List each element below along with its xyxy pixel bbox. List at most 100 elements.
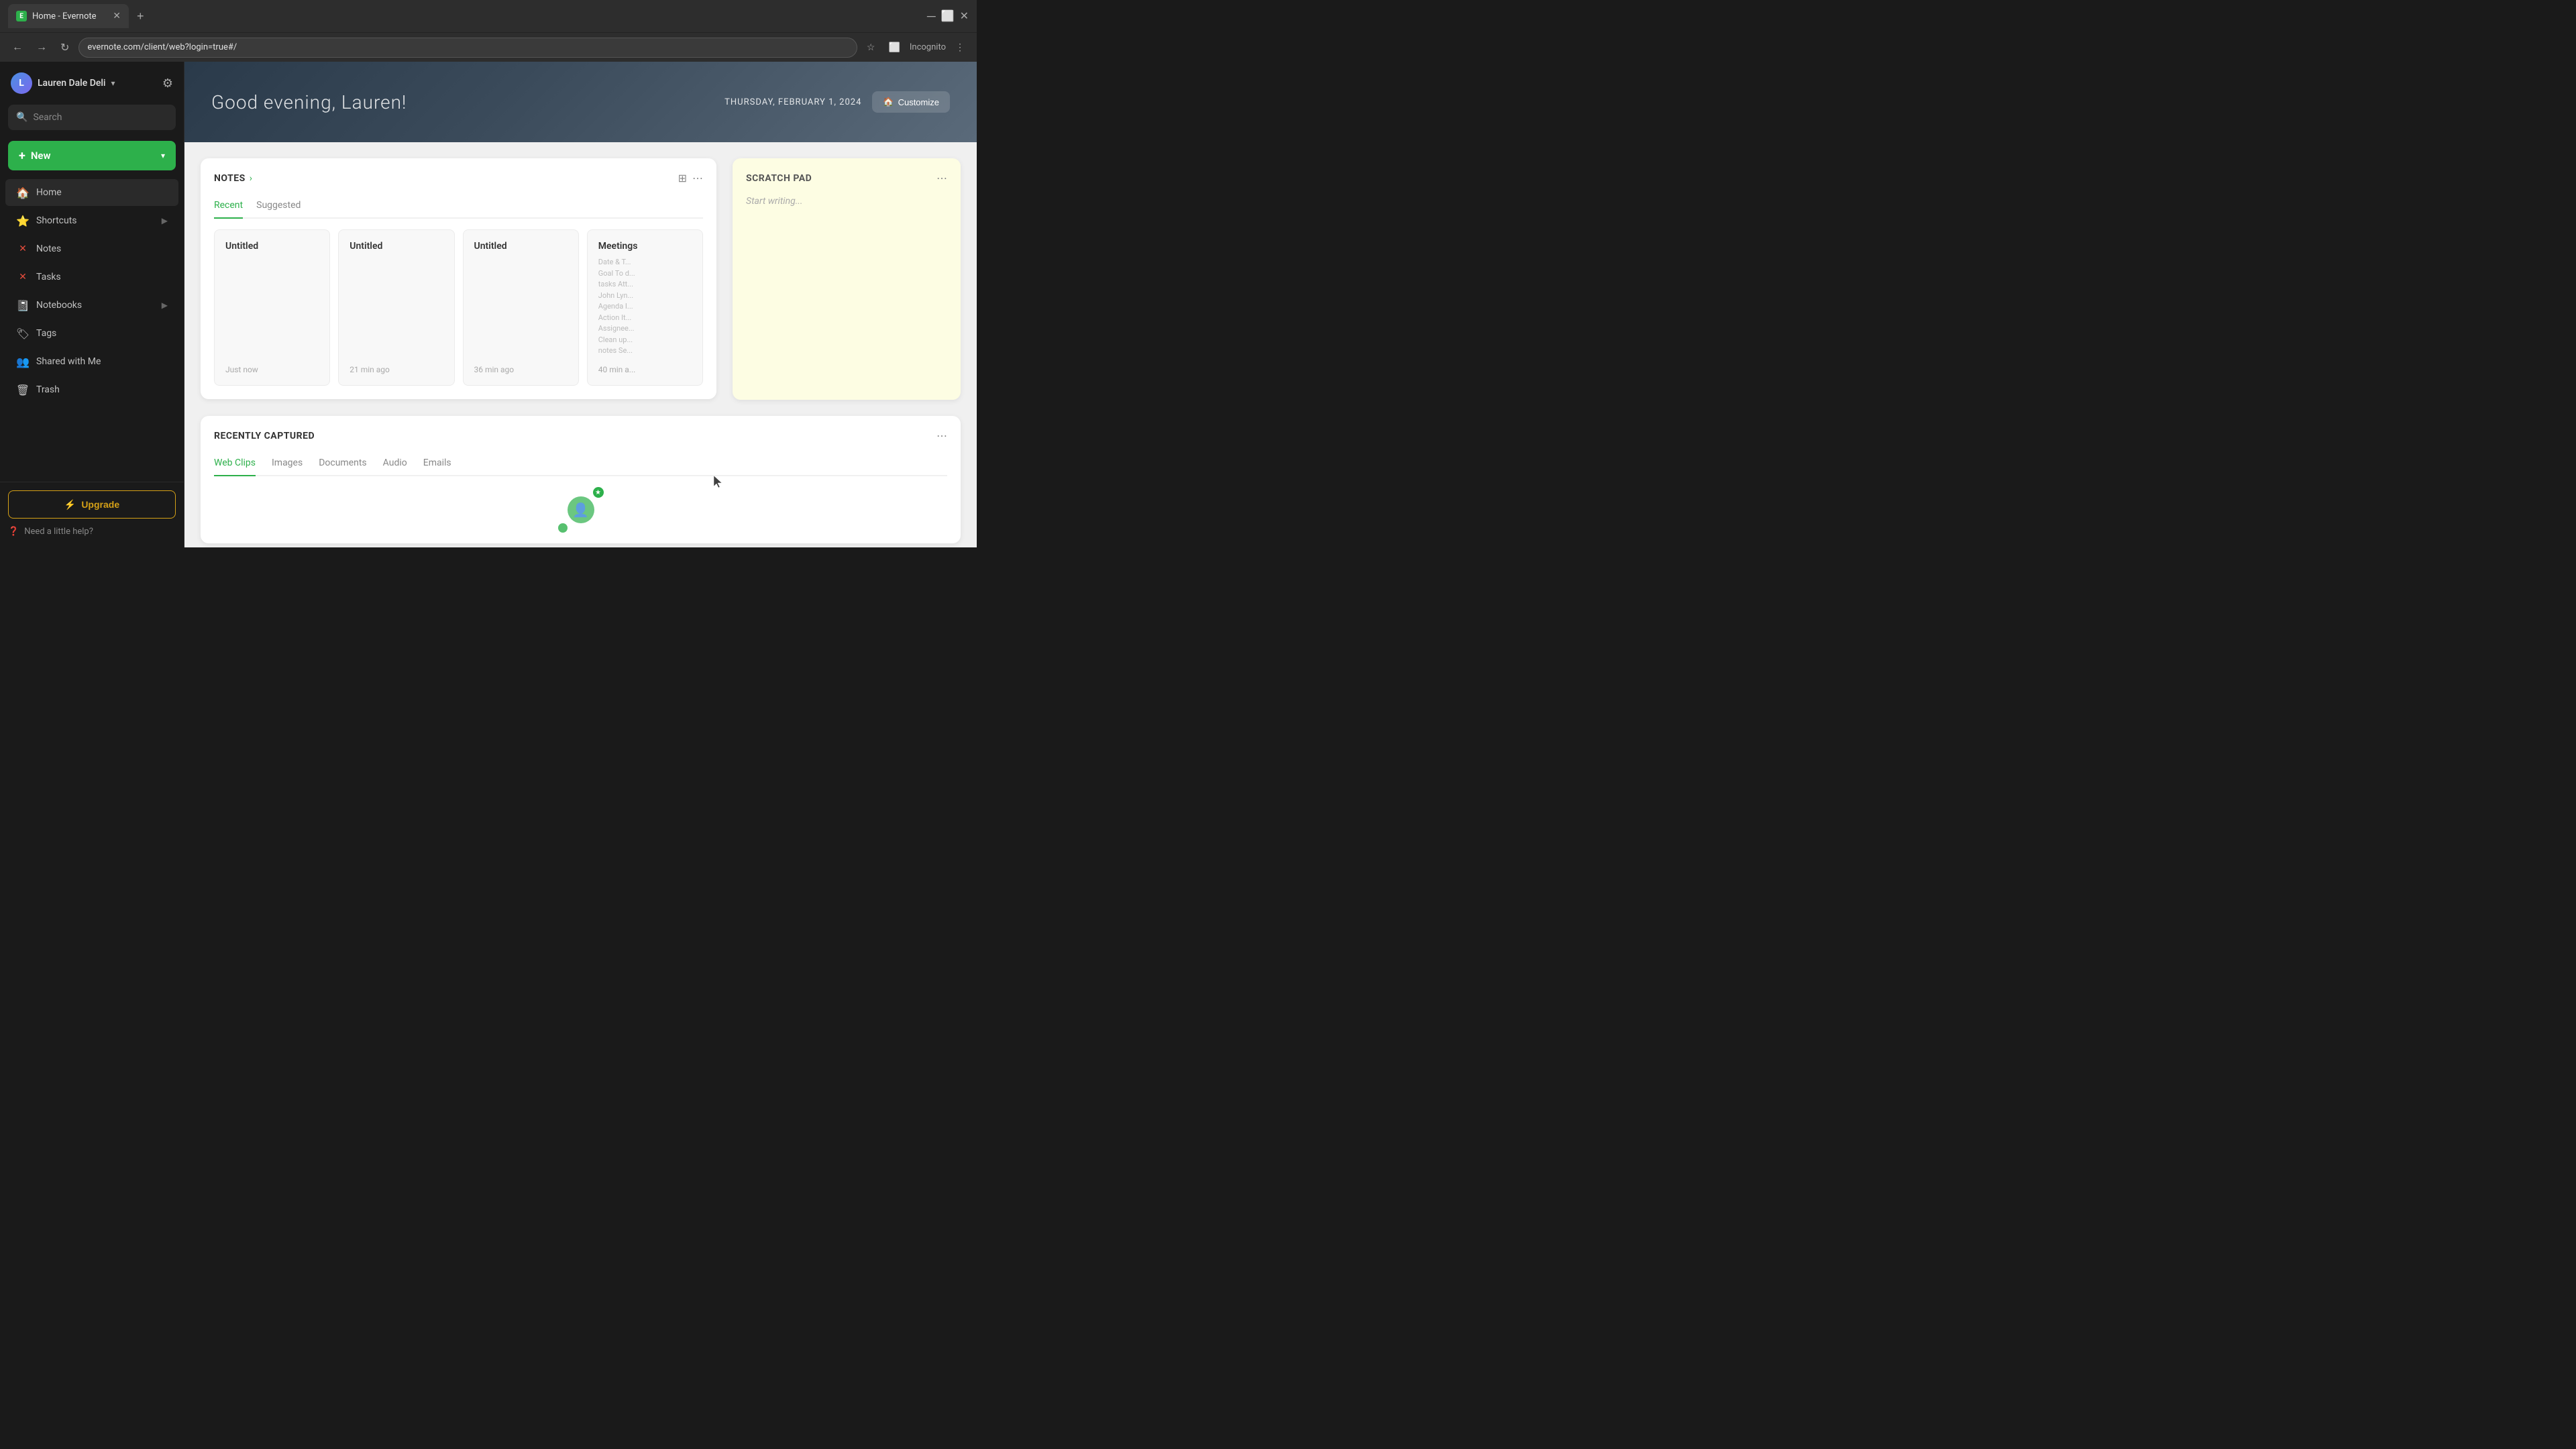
browser-tabs: E Home - Evernote ✕ + <box>8 4 922 28</box>
dot-icon <box>558 523 568 533</box>
scratch-pad: SCRATCH PAD ⋯ Start writing... <box>733 158 961 400</box>
sidebar-item-notes[interactable]: ✕ Notes <box>5 235 178 262</box>
sidebar: L Lauren Dale Deli ▾ ⚙ 🔍 Search + New ▾ … <box>0 62 184 547</box>
hero-right: THURSDAY, FEBRUARY 1, 2024 🏠 Customize <box>724 91 950 113</box>
user-name: Lauren Dale Deli <box>38 78 106 89</box>
sidebar-item-label: Tasks <box>36 272 61 282</box>
note-card-1[interactable]: Untitled Just now <box>214 229 330 386</box>
new-label: New <box>31 150 156 162</box>
tab-recent[interactable]: Recent <box>214 196 243 219</box>
search-icon: 🔍 <box>16 112 28 123</box>
new-plus-icon: + <box>19 149 25 163</box>
notes-arrow-icon[interactable]: › <box>250 173 252 184</box>
note-content: Date & T...Goal To d...tasks Att...John … <box>598 257 692 357</box>
window-controls: ─ ⬜ ✕ <box>927 9 969 23</box>
notes-widget: NOTES › ⊞ ⋯ Recent Suggested <box>201 158 716 399</box>
tab-webclips[interactable]: Web Clips <box>214 453 256 476</box>
forward-button[interactable]: → <box>32 39 51 56</box>
new-tab-button[interactable]: + <box>131 7 150 26</box>
extensions-button[interactable]: ⬜ <box>884 39 904 56</box>
tab-documents[interactable]: Documents <box>319 453 366 476</box>
tab-close-button[interactable]: ✕ <box>113 11 121 21</box>
scratch-pad-header: SCRATCH PAD ⋯ <box>746 172 947 185</box>
customize-button[interactable]: 🏠 Customize <box>872 91 950 113</box>
cards-row: NOTES › ⊞ ⋯ Recent Suggested <box>201 158 961 400</box>
sidebar-item-notebooks[interactable]: 📓 Notebooks ▶ <box>5 292 178 319</box>
recently-captured-more-button[interactable]: ⋯ <box>936 429 947 443</box>
tab-images[interactable]: Images <box>272 453 303 476</box>
scratch-pad-title: SCRATCH PAD <box>746 173 812 184</box>
minimize-button[interactable]: ─ <box>927 9 936 23</box>
new-button[interactable]: + New ▾ <box>8 141 176 170</box>
maximize-button[interactable]: ⬜ <box>941 9 955 23</box>
close-button[interactable]: ✕ <box>960 9 969 23</box>
date-text: THURSDAY, FEBRUARY 1, 2024 <box>724 97 861 107</box>
hero-left: Good evening, Lauren! <box>211 91 407 113</box>
upgrade-button[interactable]: ⚡ Upgrade <box>8 490 176 519</box>
help-icon: ❓ <box>8 527 19 537</box>
tab-audio[interactable]: Audio <box>383 453 407 476</box>
browser-chrome: E Home - Evernote ✕ + ─ ⬜ ✕ <box>0 0 977 32</box>
shared-icon: 👥 <box>16 355 30 368</box>
notes-widget-header: NOTES › ⊞ ⋯ <box>214 172 703 185</box>
note-time: 36 min ago <box>474 365 568 374</box>
active-tab[interactable]: E Home - Evernote ✕ <box>8 4 129 28</box>
tab-suggested[interactable]: Suggested <box>256 196 301 219</box>
main-layout: L Lauren Dale Deli ▾ ⚙ 🔍 Search + New ▾ … <box>0 62 977 547</box>
sidebar-item-tasks[interactable]: ✕ Tasks <box>5 264 178 290</box>
sidebar-item-label: Notes <box>36 244 61 254</box>
sidebar-item-label: Shortcuts <box>36 215 77 226</box>
sidebar-item-label: Tags <box>36 328 56 339</box>
notes-add-button[interactable]: ⊞ <box>678 172 687 185</box>
nav-items: 🏠 Home ⭐ Shortcuts ▶ ✕ Notes ✕ Tasks 📓 N… <box>0 176 184 482</box>
tasks-icon: ✕ <box>16 270 30 284</box>
recently-captured-tabs: Web Clips Images Documents Audio Emails <box>214 453 947 476</box>
back-button[interactable]: ← <box>8 39 27 56</box>
note-card-2[interactable]: Untitled 21 min ago <box>338 229 454 386</box>
notes-title-row: NOTES › <box>214 173 252 184</box>
upgrade-label: Upgrade <box>81 499 119 510</box>
sidebar-item-trash[interactable]: 🗑 Trash <box>5 376 178 403</box>
recently-captured-content: 👤 ★ <box>214 476 947 530</box>
greeting-text: Good evening, Lauren! <box>211 91 407 113</box>
notebooks-icon: 📓 <box>16 299 30 312</box>
note-card-4[interactable]: Meetings Date & T...Goal To d...tasks At… <box>587 229 703 386</box>
expand-icon: ▶ <box>162 216 168 225</box>
content-scroll: NOTES › ⊞ ⋯ Recent Suggested <box>184 142 977 547</box>
star-icon: ★ <box>593 487 604 498</box>
note-time: Just now <box>225 365 319 374</box>
avatar: L <box>11 72 32 94</box>
sidebar-item-home[interactable]: 🏠 Home <box>5 179 178 206</box>
sidebar-item-shortcuts[interactable]: ⭐ Shortcuts ▶ <box>5 207 178 234</box>
menu-button[interactable]: ⋮ <box>951 39 969 56</box>
customize-icon: 🏠 <box>883 97 894 107</box>
note-content <box>350 257 443 357</box>
sidebar-item-tags[interactable]: 🏷 Tags <box>5 320 178 347</box>
sidebar-item-shared[interactable]: 👥 Shared with Me <box>5 348 178 375</box>
note-time: 21 min ago <box>350 365 443 374</box>
user-profile[interactable]: L Lauren Dale Deli ▾ <box>11 72 115 94</box>
nav-actions: ☆ ⬜ Incognito ⋮ <box>863 39 969 56</box>
scratch-pad-more-button[interactable]: ⋯ <box>936 172 947 185</box>
scratch-pad-content[interactable]: Start writing... <box>746 196 947 207</box>
notes-widget-actions: ⊞ ⋯ <box>678 172 703 185</box>
navigation-bar: ← → ↻ evernote.com/client/web?login=true… <box>0 32 977 62</box>
note-card-3[interactable]: Untitled 36 min ago <box>463 229 579 386</box>
recently-captured: RECENTLY CAPTURED ⋯ Web Clips Images Doc… <box>201 416 961 543</box>
notes-cards: Untitled Just now Untitled 21 min ago Un… <box>214 229 703 386</box>
help-item[interactable]: ❓ Need a little help? <box>8 524 176 539</box>
new-chevron-icon: ▾ <box>161 151 165 160</box>
bookmark-button[interactable]: ☆ <box>863 39 879 56</box>
refresh-button[interactable]: ↻ <box>56 38 73 57</box>
search-box[interactable]: 🔍 Search <box>8 105 176 130</box>
recently-captured-title: RECENTLY CAPTURED <box>214 431 315 441</box>
sidebar-item-label: Shared with Me <box>36 356 101 367</box>
notes-more-button[interactable]: ⋯ <box>692 172 703 185</box>
tab-emails[interactable]: Emails <box>423 453 451 476</box>
customize-label: Customize <box>898 97 939 107</box>
scratch-pad-placeholder: Start writing... <box>746 196 802 207</box>
settings-button[interactable]: ⚙ <box>162 76 173 91</box>
incognito-label: Incognito <box>910 42 946 52</box>
expand-icon: ▶ <box>162 301 168 310</box>
address-bar[interactable]: evernote.com/client/web?login=true#/ <box>78 38 857 58</box>
